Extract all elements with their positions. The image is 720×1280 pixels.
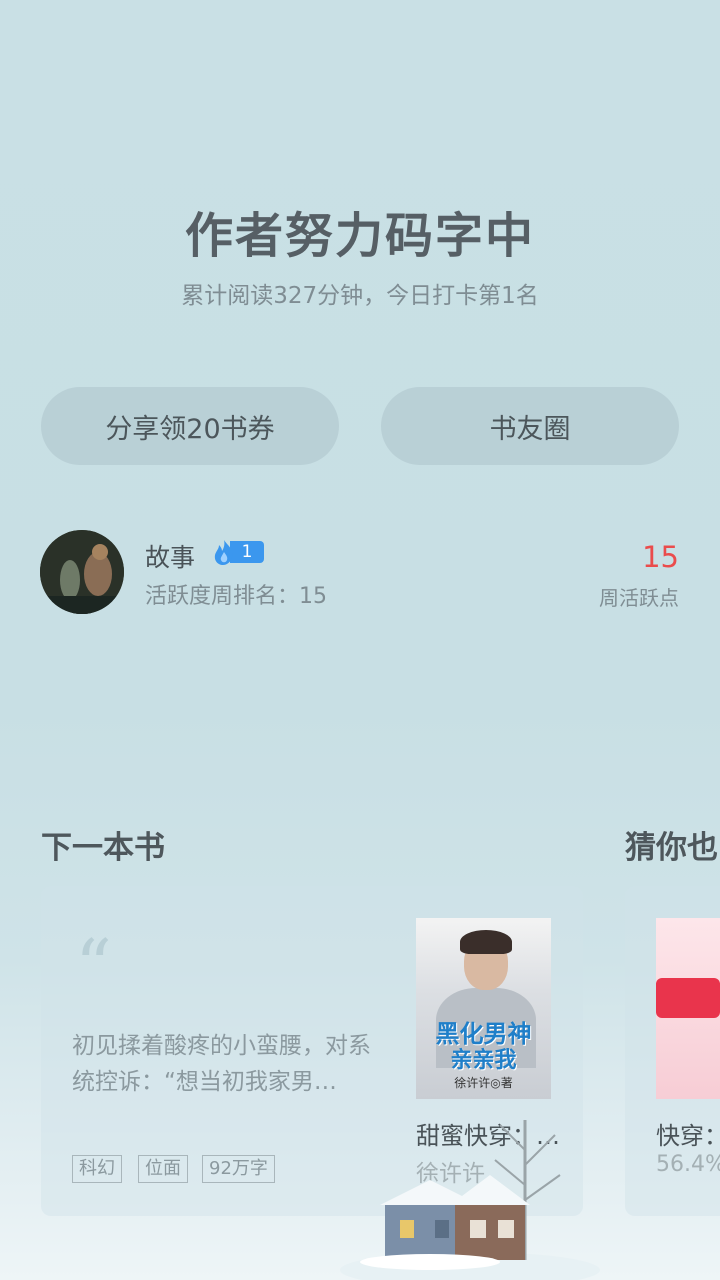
reading-stats: 累计阅读327分钟，今日打卡第1名 [181, 283, 539, 309]
weekly-points-label: 周活跃点 [599, 586, 679, 610]
book-excerpt: 初见揉着酸疼的小蛮腰，对系统控诉：“想当初我家男… [72, 1033, 371, 1095]
cover-subtitle: 亲亲我 [450, 1048, 517, 1073]
cover-author: 徐许许◎著 [454, 1076, 513, 1090]
page-title: 作者努力码字中 [184, 208, 535, 264]
weekly-rank: 活跃度周排名：15 [145, 584, 327, 609]
avatar-image [40, 530, 124, 614]
recommend-book-title[interactable]: 快穿： [656, 1116, 720, 1151]
book-tag: 科幻 [72, 1155, 122, 1183]
level-number: 1 [241, 542, 253, 562]
recommend-book-cover[interactable] [656, 918, 720, 1099]
cover-figure-hair [460, 930, 512, 954]
share-coupon-button[interactable]: 分享领20书券 [41, 387, 339, 465]
book-tag: 92万字 [202, 1155, 275, 1183]
next-book-heading: 下一本书 [41, 830, 165, 866]
recommend-heading: 猜你也 [625, 830, 718, 866]
book-tag: 位面 [138, 1155, 188, 1183]
recommend-book-progress: 56.4% [656, 1152, 720, 1177]
snow-house-illustration [340, 1120, 600, 1280]
level-badge: 1 [210, 538, 266, 566]
cover-banner [656, 978, 720, 1018]
user-name: 故事 [145, 543, 196, 572]
avatar[interactable] [40, 530, 124, 614]
book-friends-circle-button[interactable]: 书友圈 [381, 387, 679, 465]
quote-icon: “ [75, 924, 112, 1008]
book-cover[interactable]: 黑化男神 亲亲我 徐许许◎著 [416, 918, 551, 1099]
weekly-points-value: 15 [642, 540, 679, 574]
